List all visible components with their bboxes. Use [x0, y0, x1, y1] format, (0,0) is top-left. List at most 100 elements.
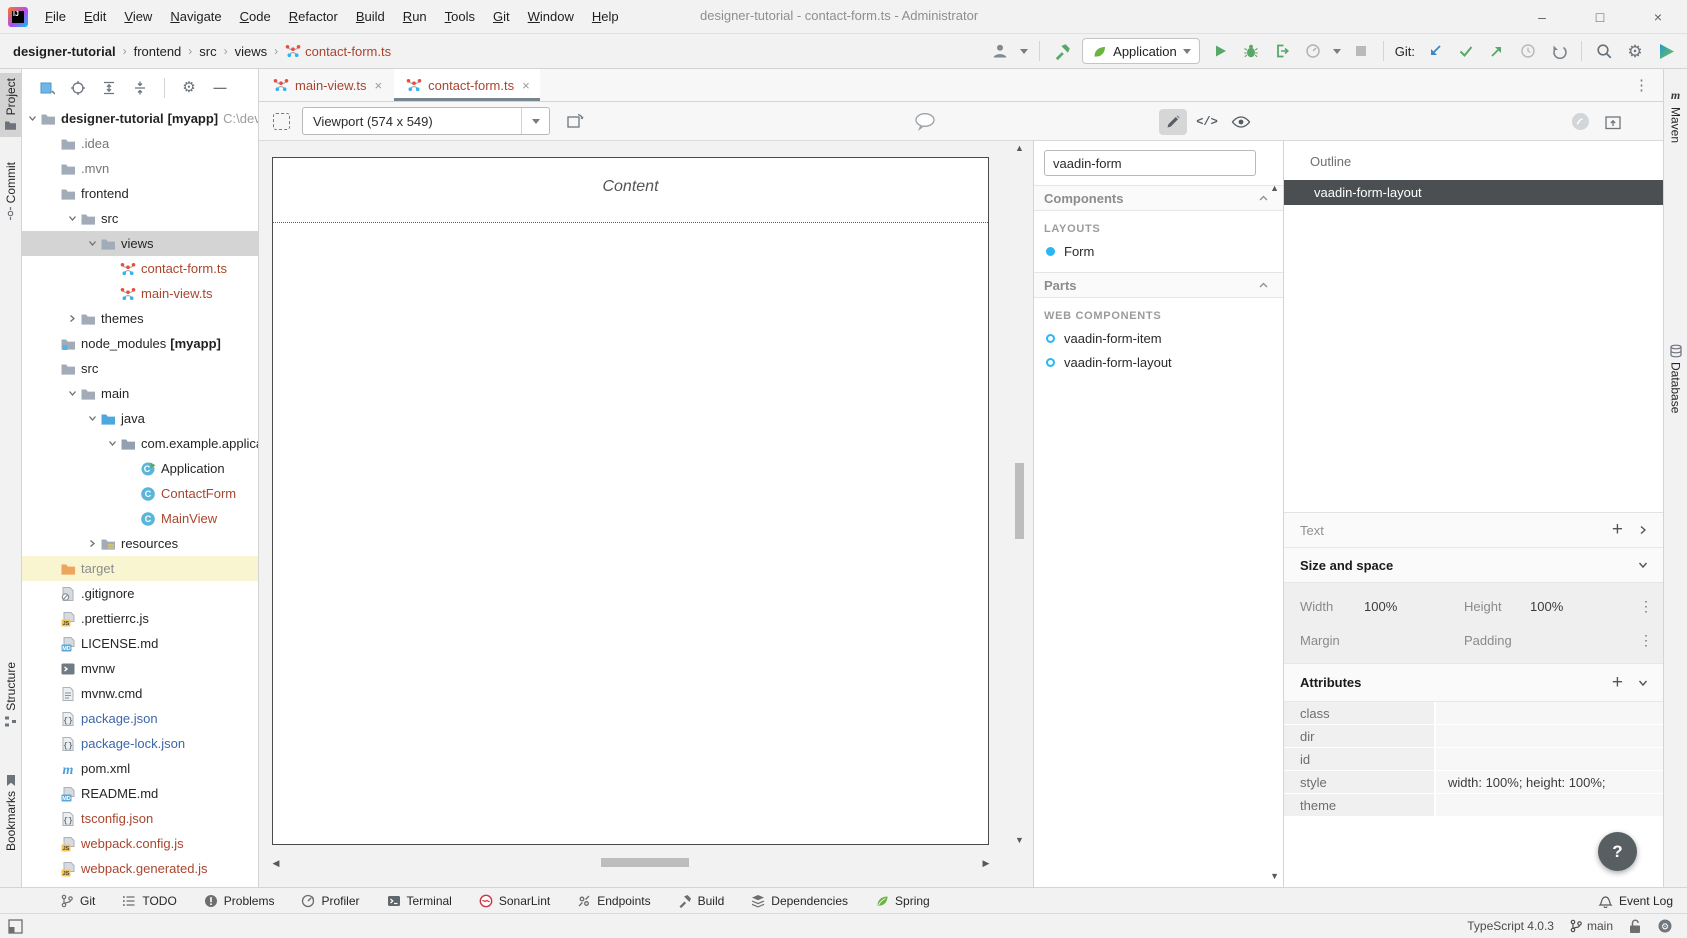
tree-row-license-md[interactable]: MDLICENSE.md	[22, 631, 258, 656]
collapse-size-icon[interactable]	[1637, 559, 1649, 571]
tree-row-src[interactable]: src	[22, 206, 258, 231]
tree-row-contactform[interactable]: CContactForm	[22, 481, 258, 506]
add-attribute-icon[interactable]: +	[1612, 672, 1623, 694]
tool-window-button-todo[interactable]: TODO	[122, 894, 176, 908]
size-row-kebab-icon[interactable]: ⋮	[1639, 598, 1653, 615]
menu-tools[interactable]: Tools	[436, 5, 484, 28]
commit-button[interactable]	[1455, 40, 1477, 62]
menu-view[interactable]: View	[115, 5, 161, 28]
size-section-header[interactable]: Size and space	[1284, 548, 1663, 583]
scroll-up-icon[interactable]: ▲	[1012, 143, 1027, 153]
width-value[interactable]: 100%	[1364, 599, 1464, 614]
tree-row-src[interactable]: src	[22, 356, 258, 381]
profiler-caret[interactable]	[1333, 49, 1341, 54]
menu-help[interactable]: Help	[583, 5, 628, 28]
tool-tab-structure[interactable]: Structure	[0, 657, 21, 733]
breadcrumb-item[interactable]: frontend	[131, 42, 185, 61]
tool-window-button-endpoints[interactable]: Endpoints	[577, 894, 650, 908]
collapse-section-icon[interactable]	[1258, 194, 1269, 202]
scroll-down-icon[interactable]: ▼	[1012, 835, 1027, 845]
tree-row--idea[interactable]: .idea	[22, 131, 258, 156]
collapse-attributes-icon[interactable]	[1637, 677, 1649, 689]
attribute-value[interactable]	[1436, 725, 1663, 747]
expand-text-icon[interactable]	[1637, 524, 1649, 536]
event-log-button[interactable]: Event Log	[1598, 894, 1673, 908]
tree-row-main-view-ts[interactable]: main-view.ts	[22, 281, 258, 306]
build-project-button[interactable]	[1051, 40, 1073, 62]
preview-mode-button[interactable]	[1227, 109, 1255, 135]
viewport-caret[interactable]	[521, 108, 549, 134]
palette-search-input[interactable]	[1044, 150, 1256, 176]
project-scope-selector[interactable]	[38, 79, 56, 97]
tree-row-main[interactable]: main	[22, 381, 258, 406]
tree-row-frontend[interactable]: frontend	[22, 181, 258, 206]
tool-window-button-dependencies[interactable]: Dependencies	[751, 894, 848, 908]
collapse-all-button[interactable]	[131, 79, 149, 97]
tree-row-resources[interactable]: resources	[22, 531, 258, 556]
collapse-section-icon[interactable]	[1258, 281, 1269, 289]
tree-row-views[interactable]: views	[22, 231, 258, 256]
typescript-version[interactable]: TypeScript 4.0.3	[1467, 919, 1554, 933]
spacing-row-kebab-icon[interactable]: ⋮	[1639, 632, 1653, 649]
hide-panel-button[interactable]: —	[211, 79, 229, 97]
tree-chevron-icon[interactable]	[86, 413, 99, 424]
tree-row-readme-md[interactable]: MDREADME.md	[22, 781, 258, 806]
attributes-section-header[interactable]: Attributes +	[1284, 664, 1663, 702]
tree-row-contact-form-ts[interactable]: contact-form.ts	[22, 256, 258, 281]
settings-button[interactable]: ⚙	[1624, 40, 1646, 62]
tree-chevron-icon[interactable]	[86, 538, 99, 549]
help-button[interactable]: ?	[1598, 832, 1637, 871]
run-button[interactable]	[1209, 40, 1231, 62]
tool-window-button-git[interactable]: Git	[60, 894, 95, 908]
close-tab-icon[interactable]: ×	[375, 78, 383, 93]
update-project-button[interactable]	[1424, 40, 1446, 62]
tree-row-java[interactable]: java	[22, 406, 258, 431]
tree-row-package-lock-json[interactable]: {}package-lock.json	[22, 731, 258, 756]
breadcrumb-item[interactable]: views	[232, 42, 271, 61]
tool-window-button-terminal[interactable]: Terminal	[387, 894, 452, 908]
scroll-right-icon[interactable]: ▶	[981, 858, 991, 869]
tree-row-mainview[interactable]: CMainView	[22, 506, 258, 531]
height-value[interactable]: 100%	[1530, 599, 1563, 614]
feedback-bubble-icon[interactable]	[914, 102, 936, 141]
project-settings-button[interactable]: ⚙	[180, 79, 198, 97]
tree-row-pom-xml[interactable]: mpom.xml	[22, 756, 258, 781]
tool-window-button-build[interactable]: Build	[678, 894, 725, 908]
push-button[interactable]	[1486, 40, 1508, 62]
menu-refactor[interactable]: Refactor	[280, 5, 347, 28]
settings-sync-icon[interactable]: ⚙	[1657, 918, 1673, 934]
tool-window-switcher-icon[interactable]	[8, 919, 23, 934]
tree-row-themes[interactable]: themes	[22, 306, 258, 331]
minimize-button[interactable]: –	[1513, 0, 1571, 34]
editor-tab-main-view-ts[interactable]: main-view.ts×	[261, 69, 392, 101]
code-mode-button[interactable]: </>	[1193, 109, 1221, 135]
tree-row-mvnw-cmd[interactable]: mvnw.cmd	[22, 681, 258, 706]
coverage-button[interactable]	[1271, 40, 1293, 62]
margin-label[interactable]: Margin	[1300, 633, 1464, 648]
menu-file[interactable]: File	[36, 5, 75, 28]
run-configuration-select[interactable]: Application	[1082, 38, 1200, 64]
editor-options-kebab-icon[interactable]: ⋮	[1634, 76, 1649, 94]
tree-chevron-icon[interactable]	[66, 313, 79, 324]
tree-chevron-icon[interactable]	[106, 438, 119, 449]
tree-row-application[interactable]: CApplication	[22, 456, 258, 481]
search-everywhere-button[interactable]	[1593, 40, 1615, 62]
viewport-size-select[interactable]: Viewport (574 x 549)	[302, 107, 550, 135]
selection-mode-icon[interactable]	[273, 113, 290, 130]
attribute-value[interactable]	[1436, 702, 1663, 724]
tree-chevron-icon[interactable]	[66, 213, 79, 224]
user-dropdown-caret[interactable]	[1020, 49, 1028, 54]
tree-row--gitignore[interactable]: .gitignore	[22, 581, 258, 606]
breadcrumb-item[interactable]: designer-tutorial	[10, 42, 119, 61]
menu-code[interactable]: Code	[231, 5, 280, 28]
expand-all-button[interactable]	[100, 79, 118, 97]
tree-chevron-icon[interactable]	[66, 388, 79, 399]
palette-section-components[interactable]: Components	[1034, 185, 1283, 211]
attribute-value[interactable]	[1436, 748, 1663, 770]
tool-window-button-profiler[interactable]: Profiler	[301, 894, 359, 908]
locate-file-button[interactable]	[69, 79, 87, 97]
text-section-header[interactable]: Text +	[1284, 513, 1663, 548]
profiler-button[interactable]	[1302, 40, 1324, 62]
editor-tab-contact-form-ts[interactable]: contact-form.ts×	[394, 69, 540, 101]
breadcrumb-file[interactable]: contact-form.ts	[282, 41, 394, 61]
